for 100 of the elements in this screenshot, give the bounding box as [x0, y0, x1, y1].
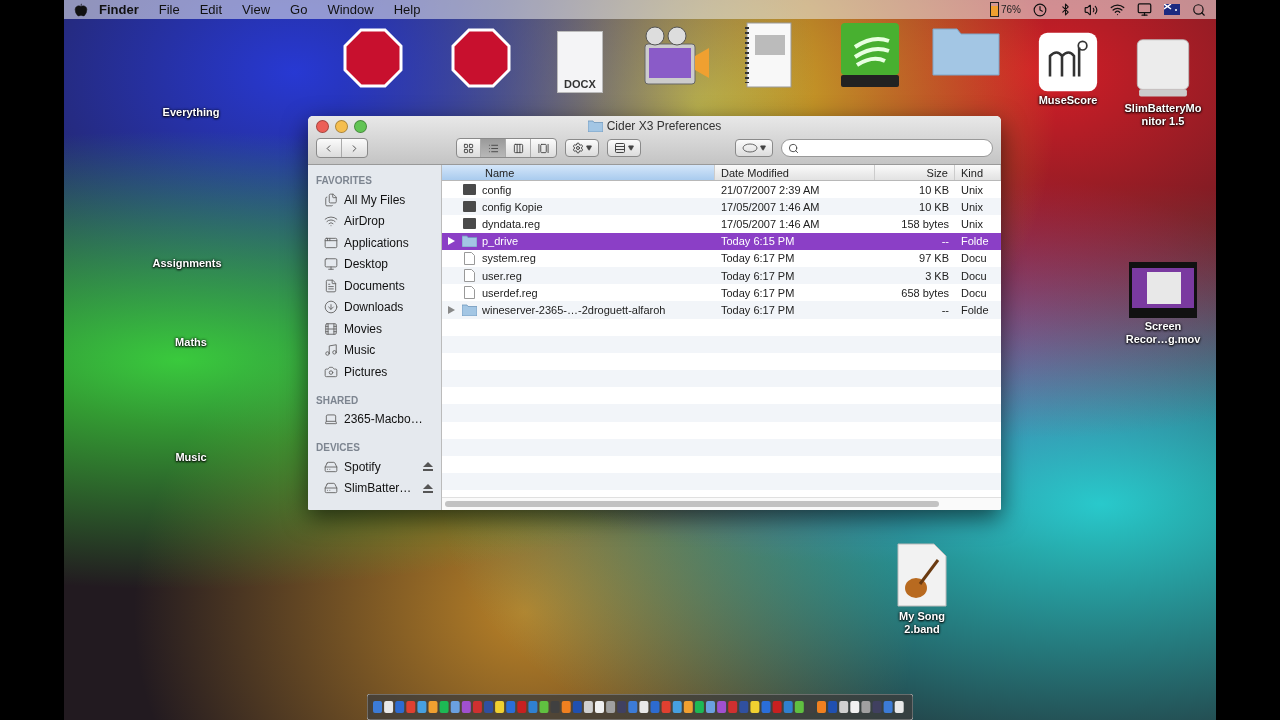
column-header[interactable]: Kind [955, 165, 1001, 180]
search-icon[interactable] [1192, 2, 1206, 17]
sidebar-item[interactable]: Pictures [344, 364, 433, 379]
desktop-icon-label[interactable]: MuseScore [1038, 94, 1098, 107]
file-size: 97 KB [918, 252, 950, 265]
document-icon [463, 251, 475, 265]
sidebar-item[interactable]: 2365-Macbo… [344, 412, 433, 427]
date-modified: 17/05/2007 1:46 AM [720, 217, 821, 230]
sidebar-item[interactable]: Desktop [344, 257, 433, 272]
sidebar-item[interactable]: All My Files [344, 192, 433, 207]
sidebar-item[interactable]: Applications [344, 235, 433, 250]
file-name: wineserver-2365-…-2droguett-alfaroh [482, 303, 666, 316]
document-icon [463, 269, 475, 283]
menu-item[interactable]: Edit [190, 2, 232, 17]
file-name: p_drive [482, 235, 519, 248]
stop-sign-icon[interactable] [343, 28, 403, 88]
volume-icon[interactable] [1084, 2, 1098, 17]
action-menu-button[interactable] [564, 139, 599, 157]
eject-icon[interactable] [423, 483, 433, 493]
caret-icon [585, 145, 592, 151]
file-kind: Unix [960, 217, 984, 230]
camera-icon [324, 364, 338, 379]
film-icon [324, 321, 338, 336]
wifi-icon[interactable] [1110, 2, 1125, 17]
eject-icon[interactable] [423, 462, 433, 472]
dock-drawing[interactable] [367, 694, 913, 720]
sidebar-item[interactable]: Spotify [344, 459, 417, 474]
apple-menu-icon[interactable] [74, 2, 88, 17]
drive-icon[interactable] [839, 21, 901, 89]
bluetooth-icon[interactable] [1059, 3, 1072, 16]
share-menu-button[interactable] [734, 139, 773, 157]
menu-item[interactable]: Go [281, 2, 317, 17]
display-icon[interactable] [1137, 2, 1152, 17]
battery-icon[interactable] [990, 2, 999, 17]
laptop-icon [324, 412, 338, 427]
document-icon [463, 286, 475, 300]
notebook-icon[interactable] [743, 21, 793, 89]
terminal-file-icon [462, 184, 476, 196]
menu-item[interactable]: File [149, 2, 189, 17]
close-button[interactable] [316, 119, 329, 133]
disclosure-triangle-icon[interactable] [448, 237, 455, 246]
file-kind: Docu [960, 286, 988, 299]
file-kind: Docu [960, 269, 988, 282]
column-header[interactable]: Name [442, 165, 715, 180]
stop-sign-icon[interactable] [451, 28, 511, 88]
desktop-icon-label[interactable]: Music [175, 451, 207, 464]
music-app-icon[interactable] [1038, 32, 1098, 92]
desktop-icon-label[interactable]: Assignments [152, 257, 222, 270]
sidebar-item[interactable]: Documents [344, 278, 433, 293]
file-kind: Docu [960, 252, 988, 265]
view-mode-icon [512, 142, 524, 154]
date-modified: Today 6:17 PM [720, 269, 796, 282]
sidebar-item[interactable]: Movies [344, 321, 433, 336]
clock-icon[interactable] [1033, 2, 1047, 17]
file-name: userdef.reg [482, 286, 538, 299]
scroll-thumb[interactable] [445, 501, 939, 507]
document-icon[interactable]: DOCX [557, 31, 603, 93]
terminal-file-icon [462, 218, 476, 230]
minimize-button[interactable] [335, 119, 348, 133]
menu-item[interactable]: View [233, 2, 280, 17]
column-header[interactable]: Date Modified [715, 165, 875, 180]
desktop-icon-label[interactable]: My Song 2.band [883, 610, 961, 636]
view-mode-icon [487, 142, 499, 154]
file-name: dyndata.reg [482, 217, 541, 230]
menu-item[interactable]: Finder [90, 2, 148, 17]
disclosure-triangle-icon[interactable] [448, 305, 455, 314]
file-name: config [482, 183, 512, 196]
caret-icon [627, 145, 634, 151]
video-thumbnail-icon[interactable] [1129, 262, 1197, 318]
flag-icon[interactable] [1164, 4, 1180, 15]
terminal-file-icon [462, 201, 476, 213]
file-row[interactable]: wineserver-2365-…-2droguett-alfaroh Today 6:17 PM -- Folde [442, 301, 1001, 319]
file-kind: Folde [960, 303, 990, 316]
date-modified: Today 6:17 PM [720, 286, 796, 299]
sidebar-item[interactable]: Music [344, 343, 433, 358]
column-header[interactable]: Size [875, 165, 955, 180]
desktop-icon-label[interactable]: SlimBatteryMonitor 1.5 [1124, 102, 1202, 128]
scroll-track[interactable] [442, 497, 1001, 510]
date-modified: 17/05/2007 1:46 AM [720, 200, 821, 213]
arrange-icon [613, 142, 626, 154]
menu-item[interactable]: Help [384, 2, 430, 17]
date-modified: Today 6:17 PM [720, 252, 796, 265]
search-field[interactable] [780, 139, 993, 157]
file-size: -- [940, 303, 950, 316]
sidebar-section-heading: SHARED [315, 393, 360, 408]
menu-item[interactable]: Window [318, 2, 383, 17]
document-icon [324, 278, 338, 293]
zoom-button[interactable] [354, 119, 367, 133]
sidebar-item[interactable]: SlimBatter… [344, 481, 417, 496]
file-row[interactable]: config Kopie 17/05/2007 1:46 AM 10 KB Unix [442, 198, 1001, 216]
sidebar-item[interactable]: Downloads [344, 300, 433, 315]
sidebar-item[interactable]: AirDrop [344, 214, 433, 229]
arrange-menu-button[interactable] [606, 139, 641, 157]
desktop-icon-label[interactable]: Screen Recor…g.mov [1124, 320, 1202, 346]
guitar-document-icon[interactable] [896, 542, 948, 608]
view-mode-button[interactable] [481, 139, 507, 157]
oval-icon [741, 143, 758, 153]
applications-icon [324, 235, 338, 250]
view-mode-control[interactable] [455, 138, 557, 158]
desktop-icon-label[interactable]: Everything [162, 106, 220, 119]
